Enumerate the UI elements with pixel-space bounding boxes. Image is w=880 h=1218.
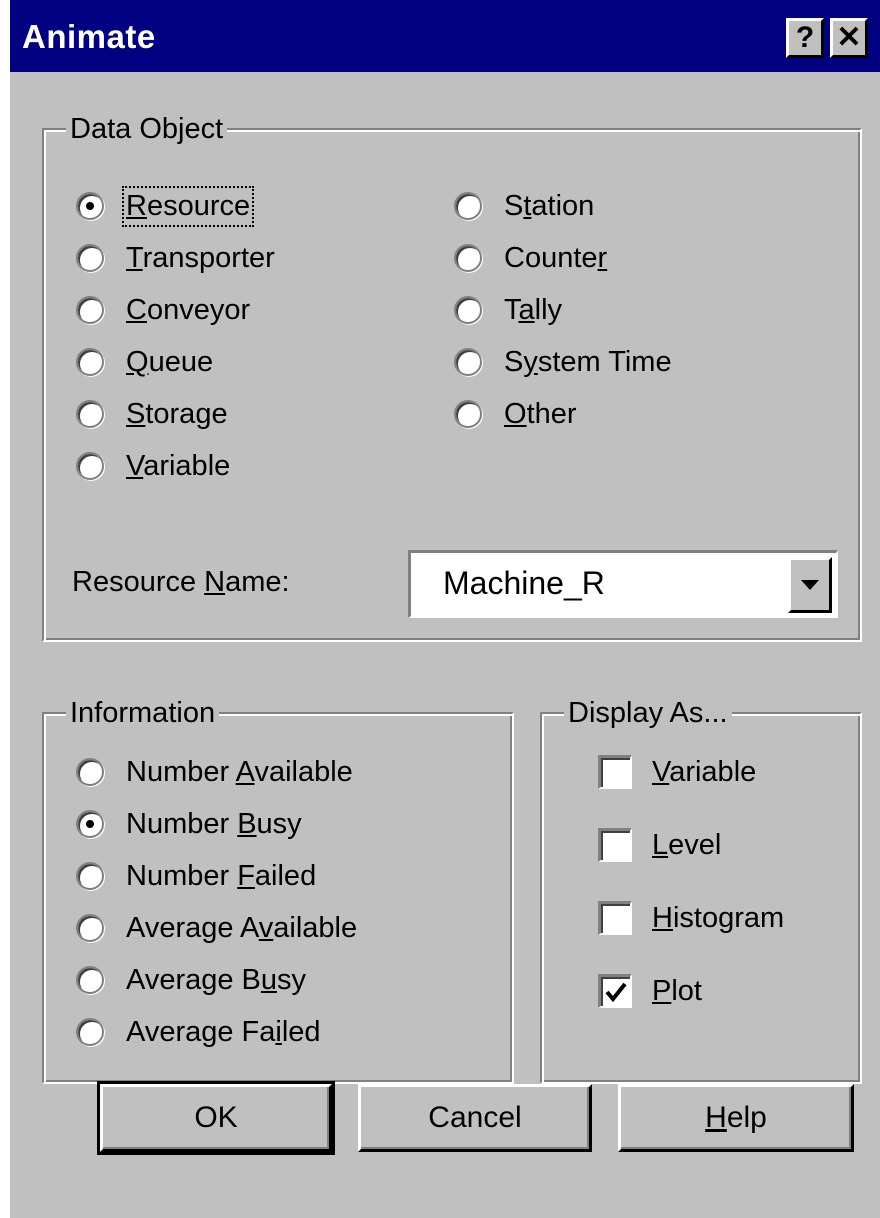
radio-button-icon[interactable]: [76, 452, 104, 480]
display-as-legend: Display As...: [564, 694, 732, 732]
radio-tally-label: Tally: [504, 293, 563, 326]
radio-station[interactable]: Station: [454, 184, 594, 228]
ok-button[interactable]: OK: [97, 1081, 335, 1155]
dropdown-arrow-button[interactable]: [788, 557, 832, 613]
radio-variable-label: Variable: [126, 449, 231, 482]
radio-counter[interactable]: Counter: [454, 236, 607, 280]
radio-button-icon[interactable]: [76, 914, 104, 942]
chevron-down-icon: [801, 580, 819, 590]
radio-average-failed[interactable]: Average Failed: [76, 1010, 321, 1054]
radio-other-label: Other: [504, 397, 577, 430]
radio-button-icon[interactable]: [454, 348, 482, 376]
radio-average-available[interactable]: Average Available: [76, 906, 357, 950]
checkbox-icon[interactable]: [598, 974, 632, 1008]
radio-number-available[interactable]: Number Available: [76, 750, 353, 794]
checkbox-plot[interactable]: Plot: [598, 969, 702, 1013]
help-title-button[interactable]: ?: [786, 18, 824, 58]
radio-selected-dot: [86, 820, 94, 828]
checkbox-icon[interactable]: [598, 828, 632, 862]
radio-button-icon[interactable]: [76, 348, 104, 376]
help-button[interactable]: Help: [618, 1084, 854, 1152]
radio-selected-dot: [86, 202, 94, 210]
radio-transporter-label: Transporter: [126, 241, 275, 274]
resource-name-dropdown[interactable]: Machine_R: [408, 550, 838, 618]
checkbox-level[interactable]: Level: [598, 823, 721, 867]
checkbox-level-label: Level: [652, 828, 722, 861]
checkbox-icon[interactable]: [598, 755, 632, 789]
radio-average-busy[interactable]: Average Busy: [76, 958, 306, 1002]
data-object-legend: Data Object: [66, 110, 228, 148]
radio-average-available-label: Average Available: [126, 911, 358, 944]
radio-button-icon[interactable]: [76, 966, 104, 994]
resource-name-value: Machine_R: [443, 565, 605, 601]
animate-dialog: Animate ? ✕ Data Object Resource Transpor…: [10, 0, 880, 1218]
radio-storage-label: Storage: [126, 397, 228, 430]
checkmark-icon: [604, 982, 627, 1002]
radio-resource[interactable]: Resource: [76, 184, 255, 228]
resource-name-label: Resource Name:: [72, 566, 290, 598]
radio-system-time-label: System Time: [504, 345, 672, 378]
radio-counter-label: Counter: [504, 241, 608, 274]
close-button[interactable]: ✕: [830, 18, 868, 58]
radio-button-icon[interactable]: [454, 192, 482, 220]
radio-average-busy-label: Average Busy: [126, 963, 307, 996]
radio-storage[interactable]: Storage: [76, 392, 228, 436]
radio-queue-label: Queue: [126, 345, 214, 378]
radio-transporter[interactable]: Transporter: [76, 236, 275, 280]
radio-number-busy-label: Number Busy: [126, 807, 302, 840]
radio-button-icon[interactable]: [76, 758, 104, 786]
radio-resource-label: Resource: [121, 185, 255, 227]
radio-button-icon[interactable]: [76, 244, 104, 272]
cancel-button[interactable]: Cancel: [358, 1084, 592, 1152]
radio-conveyor-label: Conveyor: [126, 293, 251, 326]
checkbox-variable[interactable]: Variable: [598, 750, 756, 794]
radio-number-failed[interactable]: Number Failed: [76, 854, 316, 898]
radio-queue[interactable]: Queue: [76, 340, 213, 384]
radio-average-failed-label: Average Failed: [126, 1015, 321, 1048]
radio-button-icon[interactable]: [76, 400, 104, 428]
window-title: Animate: [22, 18, 156, 55]
title-bar: Animate ? ✕: [10, 0, 880, 72]
radio-button-icon[interactable]: [454, 400, 482, 428]
radio-conveyor[interactable]: Conveyor: [76, 288, 250, 332]
radio-button-icon[interactable]: [76, 1018, 104, 1046]
radio-number-busy[interactable]: Number Busy: [76, 802, 302, 846]
radio-system-time[interactable]: System Time: [454, 340, 672, 384]
radio-button-icon[interactable]: [76, 296, 104, 324]
radio-number-available-label: Number Available: [126, 755, 353, 788]
checkbox-variable-label: Variable: [652, 755, 757, 788]
information-legend: Information: [66, 694, 220, 732]
radio-button-icon[interactable]: [76, 862, 104, 890]
radio-number-failed-label: Number Failed: [126, 859, 317, 892]
checkbox-plot-label: Plot: [652, 974, 702, 1007]
radio-button-icon[interactable]: [454, 244, 482, 272]
radio-button-icon[interactable]: [76, 810, 104, 838]
radio-variable[interactable]: Variable: [76, 444, 230, 488]
checkbox-histogram[interactable]: Histogram: [598, 896, 784, 940]
radio-button-icon[interactable]: [454, 296, 482, 324]
radio-other[interactable]: Other: [454, 392, 577, 436]
radio-button-icon[interactable]: [76, 192, 104, 220]
radio-tally[interactable]: Tally: [454, 288, 562, 332]
checkbox-histogram-label: Histogram: [652, 901, 785, 934]
checkbox-icon[interactable]: [598, 901, 632, 935]
radio-station-label: Station: [504, 189, 595, 222]
